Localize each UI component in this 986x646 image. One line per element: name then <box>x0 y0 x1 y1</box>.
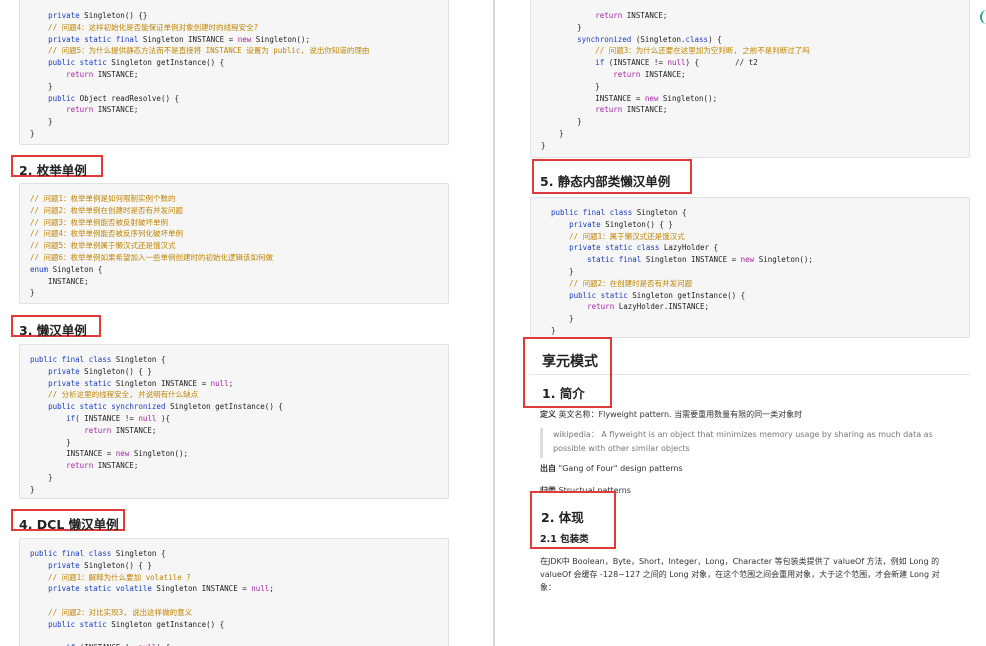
code-line: public Object readResolve() { <box>48 93 180 103</box>
code-line: } <box>551 325 556 335</box>
definition-line: 定义 英文名称：Flyweight pattern. 当需要重用数量有限的同一类… <box>540 408 802 421</box>
code-line: // 问题4：枚举单例能否被反序列化破坏单例 <box>30 229 184 239</box>
code-line: return INSTANCE; <box>613 69 686 79</box>
code-line: public final class Singleton { <box>551 208 687 217</box>
code-line: return INSTANCE; <box>595 11 668 20</box>
code-line: } <box>551 314 574 324</box>
code-line: if( INSTANCE != null ){ <box>66 413 170 423</box>
subheading-wrapper-classes: 2.1 包装类 <box>540 534 589 545</box>
code-line: private Singleton() { } <box>48 366 152 376</box>
code-line: INSTANCE; <box>30 276 89 286</box>
code-line: // 问题2：在创建时是否有并发问题 <box>551 278 693 288</box>
code-line: private static Singleton INSTANCE = null… <box>48 378 234 388</box>
code-line: } <box>30 484 35 494</box>
definition-label: 定义 <box>540 410 556 419</box>
heading-static-inner-class-singleton: 5. 静态内部类懒汉单例 <box>532 159 692 194</box>
source-label: 出自 <box>540 464 556 473</box>
code-line: INSTANCE = new Singleton(); <box>30 449 189 459</box>
wrapper-paragraph-line-2: valueOf 会缓存 -128~127 之间的 Long 对象，在这个范围之间… <box>540 570 940 579</box>
code-line: return INSTANCE; <box>84 425 157 435</box>
code-block-dcl-singleton: public final class Singleton { private S… <box>19 538 449 646</box>
code-line: // 问题3：枚举单例能否被反射破坏单例 <box>30 217 169 227</box>
code-block-hungry-singleton-tail: private Singleton() {} // 问题4：这样初始化是否能保证… <box>19 0 449 145</box>
code-line: return INSTANCE; <box>595 105 668 115</box>
heading-introduction: 1. 简介 <box>523 374 612 408</box>
code-line: enum Singleton { <box>30 264 103 274</box>
page-divider <box>493 0 495 646</box>
code-line: public final class Singleton { <box>30 355 166 364</box>
code-line: // 问题6：枚举单例如果希望加入一些单例创建时的初始化逻辑该如何做 <box>30 252 274 262</box>
code-line: // 问题1：枚举单例是如何限制实例个数的 <box>30 194 176 203</box>
code-line: } <box>551 266 574 276</box>
code-block-lazy-singleton: public final class Singleton { private S… <box>19 344 449 499</box>
code-line: // 问题2：对比实现3, 说出这样做的意义 <box>30 607 193 617</box>
heading-enum-singleton: 2. 枚举单例 <box>11 155 103 178</box>
code-line: private Singleton() {} <box>48 11 148 20</box>
code-line: // 问题1：解释为什么要加 volatile ? <box>30 572 191 582</box>
code-line: if (INSTANCE != null) { <box>30 642 448 646</box>
code-line: public final class Singleton { <box>30 549 166 558</box>
code-line: private Singleton() { } <box>48 560 152 570</box>
heading-lazy-singleton: 3. 懒汉单例 <box>11 315 101 338</box>
code-line: } <box>541 140 546 150</box>
code-line: public static Singleton getInstance() { <box>48 58 225 68</box>
code-line: } <box>541 81 600 91</box>
code-line: } <box>30 117 53 127</box>
heading-dcl-singleton: 4. DCL 懒汉单例 <box>11 509 125 532</box>
code-block-enum-singleton: // 问题1：枚举单例是如何限制实例个数的 // 问题2：枚举单例在创建时是否有并… <box>19 183 449 304</box>
code-line: // 分析这里的线程安全, 并说明有什么缺点 <box>30 390 199 400</box>
right-page: return INSTANCE; } synchronized (Singlet… <box>496 0 986 646</box>
quote-line-1: wikipedia： A flyweight is an object that… <box>553 430 933 439</box>
code-line: synchronized (Singleton.class) { <box>577 34 722 44</box>
code-line: public static Singleton getInstance() { <box>569 290 746 300</box>
code-line: public static Singleton getInstance() { <box>48 619 225 629</box>
left-page: private Singleton() {} // 问题4：这样初始化是否能保证… <box>0 0 493 646</box>
code-block-dcl-singleton-tail: return INSTANCE; } synchronized (Singlet… <box>530 0 970 158</box>
quote-line-2: possible with other similar objects <box>553 444 690 453</box>
code-line: public static synchronized Singleton get… <box>48 402 283 412</box>
code-line: private static class LazyHolder { <box>569 243 719 253</box>
code-line: } <box>30 472 53 482</box>
code-line: } <box>30 81 53 91</box>
code-line: private static volatile Singleton INSTAN… <box>48 584 274 594</box>
code-line: static final Singleton INSTANCE = new Si… <box>587 255 813 265</box>
code-line: } <box>541 22 582 32</box>
code-line: } <box>541 117 582 127</box>
code-line: return INSTANCE; <box>66 105 139 115</box>
code-line: // 问题5：为什么提供静态方法而不是直接将 INSTANCE 设置为 publ… <box>30 46 370 56</box>
code-line: private Singleton() { } <box>569 219 673 229</box>
wrapper-paragraph-line-3: 象： <box>540 583 556 592</box>
code-line: } <box>30 437 71 447</box>
code-line: // 问题1：属于懒汉式还是饿汉式 <box>551 231 685 241</box>
code-line: // 问题4：这样初始化是否能保证单例对象创建时的线程安全? <box>30 22 259 32</box>
code-block-static-inner-class-singleton: public final class Singleton { private S… <box>530 197 970 338</box>
code-line: if (INSTANCE != null) { // t2 <box>595 58 758 68</box>
source-text: "Gang of Four" design patterns <box>556 464 683 473</box>
definition-text: 英文名称：Flyweight pattern. 当需要重用数量有限的同一类对象时 <box>556 410 803 419</box>
code-line: INSTANCE = new Singleton(); <box>541 93 718 103</box>
code-line: return LazyHolder.INSTANCE; <box>587 302 710 312</box>
code-line: } <box>30 128 35 138</box>
source-line: 出自 "Gang of Four" design patterns <box>540 462 683 475</box>
wikipedia-quote: wikipedia： A flyweight is an object that… <box>540 428 960 458</box>
code-line: } <box>541 128 564 138</box>
code-line: // 问题3：为什么还要在这里加为空判断, 之前不是判断过了吗 <box>541 46 810 56</box>
wrapper-paragraph-line-1: 在JDK中 Boolean，Byte，Short，Integer，Long，Ch… <box>540 557 940 566</box>
code-line: private static final Singleton INSTANCE … <box>48 34 310 44</box>
code-line: return INSTANCE; <box>66 461 139 471</box>
code-line: // 问题2：枚举单例在创建时是否有并发问题 <box>30 205 184 215</box>
code-line: } <box>30 288 35 298</box>
code-line: // 问题5：枚举单例属于懒汉式还是饿汉式 <box>30 241 176 251</box>
code-line: return INSTANCE; <box>66 69 139 79</box>
